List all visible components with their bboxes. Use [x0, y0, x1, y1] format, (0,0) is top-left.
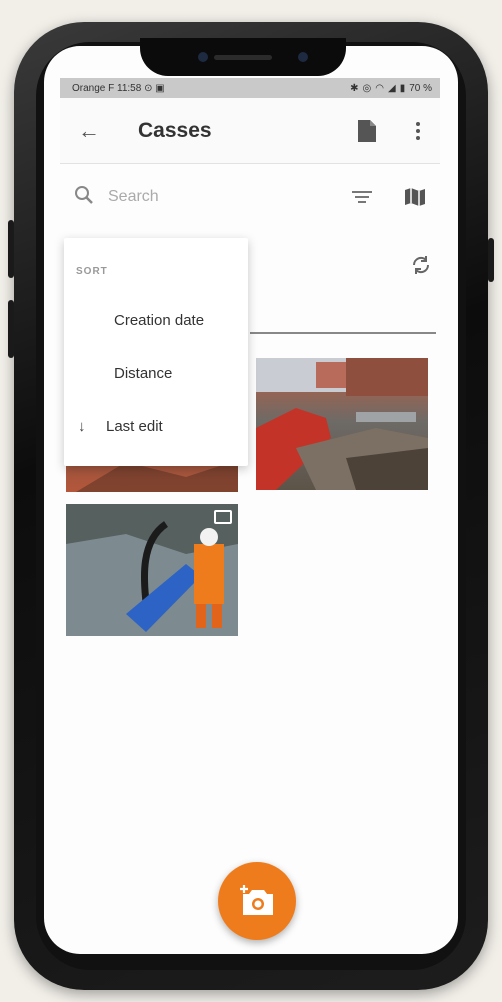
back-button[interactable]: ←	[74, 118, 104, 144]
sort-option-distance[interactable]: Distance	[64, 353, 248, 393]
more-vertical-icon[interactable]	[406, 119, 430, 143]
power-button	[488, 238, 494, 282]
sort-option-label: Last edit	[106, 417, 163, 435]
refresh-icon[interactable]	[410, 254, 432, 276]
bluetooth-icon: ✱	[350, 82, 359, 94]
document-icon[interactable]	[358, 119, 376, 142]
sort-option-creation-date[interactable]: Creation date	[64, 300, 248, 340]
vibrate-icon: ◎	[362, 82, 372, 94]
add-photo-button[interactable]	[218, 862, 296, 940]
sort-option-last-edit[interactable]: ↓ Last edit	[64, 406, 248, 446]
status-icons: ✱ ◎ ◠ ◢ ▮ 70 %	[350, 83, 432, 94]
photo-thumbnail[interactable]	[256, 358, 428, 490]
earpiece-speaker	[214, 55, 272, 60]
status-carrier-time: Orange F 11:58 ⊙ ▣	[72, 82, 165, 94]
arrow-left-icon: ←	[78, 117, 100, 143]
wifi-icon: ◠	[375, 82, 384, 94]
sort-menu-title: SORT	[76, 266, 108, 277]
screen: Orange F 11:58 ⊙ ▣ ✱ ◎ ◠ ◢ ▮ 70 % ← Cass…	[44, 46, 458, 954]
battery-icon: ▮	[399, 82, 406, 94]
front-sensor	[298, 52, 308, 62]
camera-notch	[140, 38, 346, 76]
arrow-down-icon: ↓	[78, 417, 86, 435]
photo-thumbnail[interactable]	[66, 504, 238, 636]
volume-down-button	[8, 300, 14, 358]
search-icon	[74, 185, 100, 210]
status-bar: Orange F 11:58 ⊙ ▣ ✱ ◎ ◠ ◢ ▮ 70 %	[60, 78, 440, 98]
volume-up-button	[8, 220, 14, 278]
add-photo-icon	[240, 885, 273, 915]
search-input[interactable]	[108, 188, 350, 206]
sort-menu: SORT Creation date Distance ↓ Last edit	[64, 238, 248, 466]
front-camera	[198, 52, 208, 62]
sort-option-label: Creation date	[114, 311, 205, 329]
sort-option-label: Distance	[114, 364, 173, 382]
app-bar: ← Casses	[60, 98, 440, 164]
page-title: Casses	[138, 118, 212, 142]
signal-icon: ◢	[387, 82, 396, 94]
image-badge-icon	[214, 510, 232, 524]
search-bar	[60, 172, 440, 222]
map-icon[interactable]	[404, 187, 426, 207]
tab-indicator-line	[250, 332, 436, 334]
filter-icon[interactable]	[350, 188, 374, 206]
battery-level: 70 %	[409, 82, 432, 94]
